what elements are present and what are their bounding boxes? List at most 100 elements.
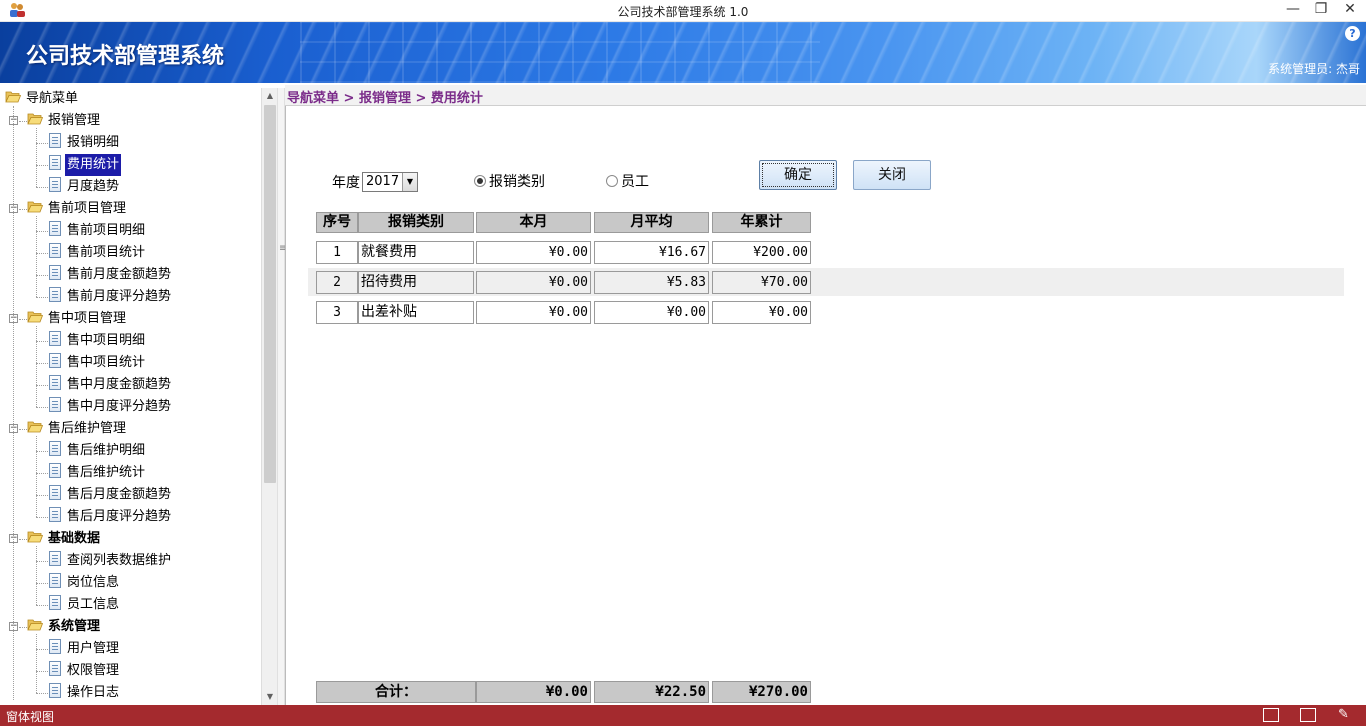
tree-group-2[interactable]: 售前项目管理 — [27, 198, 128, 220]
close-button[interactable]: 关闭 — [853, 160, 931, 190]
open-folder-icon — [27, 113, 44, 125]
tree-connector — [36, 187, 48, 188]
scroll-down-arrow-icon[interactable]: ▼ — [262, 689, 278, 705]
document-icon — [49, 177, 61, 192]
table-cell-col-monthly-average[interactable]: ¥0.00 — [594, 301, 709, 324]
tree-item[interactable]: 报销明细 — [49, 132, 121, 154]
table-cell-col-year-to-date[interactable]: ¥200.00 — [712, 241, 811, 264]
document-icon — [49, 661, 61, 676]
table-cell-col-category[interactable]: 出差补贴 — [358, 301, 474, 324]
tree-item-label: 岗位信息 — [67, 575, 120, 590]
year-select[interactable]: 2017 ▼ — [362, 172, 418, 192]
radio-category-dot[interactable] — [474, 175, 486, 187]
tree-item[interactable]: 售前项目统计 — [49, 242, 147, 264]
document-icon — [49, 551, 61, 566]
tree-item[interactable]: 售前项目明细 — [49, 220, 147, 242]
tree-group-label: 系统管理 — [48, 619, 101, 634]
header-col-index[interactable]: 序号 — [316, 212, 358, 233]
help-icon[interactable]: ? — [1345, 26, 1360, 41]
tree-item[interactable]: 用户管理 — [49, 638, 121, 660]
tree-connector — [36, 436, 37, 517]
open-folder-icon — [27, 531, 44, 543]
tree-connector — [19, 627, 27, 628]
total-this-month: ¥0.00 — [476, 681, 591, 703]
tree-item[interactable]: 售后维护统计 — [49, 462, 147, 484]
table-cell-col-index[interactable]: 3 — [316, 301, 358, 324]
table-cell-col-this-month[interactable]: ¥0.00 — [476, 241, 591, 264]
table-cell-col-this-month[interactable]: ¥0.00 — [476, 271, 591, 294]
dropdown-arrow-icon[interactable]: ▼ — [402, 173, 417, 191]
table-cell-col-index[interactable]: 2 — [316, 271, 358, 294]
tree-item[interactable]: 员工信息 — [49, 594, 121, 616]
radio-employee-dot[interactable] — [606, 175, 618, 187]
form-view-icon[interactable] — [1263, 708, 1279, 722]
document-icon — [49, 573, 61, 588]
tree-connector — [36, 216, 37, 297]
confirm-button[interactable]: 确定 — [759, 160, 837, 190]
tree-item[interactable]: 查阅列表数据维护 — [49, 550, 173, 572]
document-icon — [49, 221, 61, 236]
datasheet-view-icon[interactable] — [1300, 708, 1316, 722]
tree-item[interactable]: 售后月度金额趋势 — [49, 484, 173, 506]
tree-item[interactable]: 售后维护明细 — [49, 440, 147, 462]
table-cell-col-monthly-average[interactable]: ¥16.67 — [594, 241, 709, 264]
tree-group-6[interactable]: 系统管理 — [27, 616, 102, 638]
tree-root[interactable]: 导航菜单 — [5, 88, 80, 110]
tree-item[interactable]: 费用统计 — [49, 154, 122, 176]
table-cell-col-category[interactable]: 就餐费用 — [358, 241, 474, 264]
open-folder-icon — [5, 91, 22, 103]
tree-item[interactable]: 操作日志 — [49, 682, 121, 704]
header-col-category[interactable]: 报销类别 — [358, 212, 474, 233]
minimize-button[interactable]: — — [1279, 0, 1307, 20]
radio-category[interactable]: 报销类别 — [474, 174, 545, 190]
pane-splitter[interactable]: ≡ — [277, 88, 287, 705]
table-cell-col-year-to-date[interactable]: ¥0.00 — [712, 301, 811, 324]
tree-item[interactable]: 售中月度金额趋势 — [49, 374, 173, 396]
tree-item-label: 售前项目统计 — [67, 245, 146, 260]
tree-connector — [36, 385, 48, 386]
tree-item[interactable]: 售中项目明细 — [49, 330, 147, 352]
status-bar: 窗体视图 ✎ — [0, 705, 1366, 726]
tree-item-label: 权限管理 — [67, 663, 120, 678]
tree-connector — [36, 231, 48, 232]
header-col-monthly-average[interactable]: 月平均 — [594, 212, 709, 233]
tree-group-3[interactable]: 售中项目管理 — [27, 308, 128, 330]
radio-category-label: 报销类别 — [489, 174, 545, 190]
tree-item[interactable]: 售后月度评分趋势 — [49, 506, 173, 528]
total-label: 合计： — [316, 681, 476, 703]
scrollbar-thumb[interactable] — [264, 105, 276, 483]
table-cell-col-this-month[interactable]: ¥0.00 — [476, 301, 591, 324]
header-col-this-month[interactable]: 本月 — [476, 212, 591, 233]
tree-item[interactable]: 月度趋势 — [49, 176, 121, 198]
scroll-up-arrow-icon[interactable]: ▲ — [262, 88, 278, 104]
tree-item-label: 售中项目统计 — [67, 355, 146, 370]
design-view-icon[interactable]: ✎ — [1338, 708, 1354, 722]
table-cell-col-year-to-date[interactable]: ¥70.00 — [712, 271, 811, 294]
radio-employee[interactable]: 员工 — [606, 174, 649, 190]
tree-item[interactable]: 售前月度评分趋势 — [49, 286, 173, 308]
restore-button[interactable]: ❐ — [1307, 0, 1335, 20]
tree-connector — [36, 451, 48, 452]
tree-item[interactable]: 售中项目统计 — [49, 352, 147, 374]
tree-group-label: 报销管理 — [48, 113, 101, 128]
report-form: 年度 2017 ▼ 报销类别 员工 确定 关闭 序号 报销类别 本月 月平均 年累计 1 就… — [285, 106, 1366, 705]
tree-item[interactable]: 权限管理 — [49, 660, 121, 682]
tree-item[interactable]: 岗位信息 — [49, 572, 121, 594]
tree-group-1[interactable]: 报销管理 — [27, 110, 102, 132]
sidebar-scrollbar[interactable]: ▲ ▼ — [261, 88, 277, 705]
document-icon — [49, 133, 61, 148]
tree-item-label: 用户管理 — [67, 641, 120, 656]
total-year-to-date: ¥270.00 — [712, 681, 811, 703]
table-cell-col-index[interactable]: 1 — [316, 241, 358, 264]
tree-group-4[interactable]: 售后维护管理 — [27, 418, 128, 440]
tree-item[interactable]: 售中月度评分趋势 — [49, 396, 173, 418]
header-col-year-to-date[interactable]: 年累计 — [712, 212, 811, 233]
tree-connector — [19, 539, 27, 540]
table-cell-col-category[interactable]: 招待费用 — [358, 271, 474, 294]
tree-root-label: 导航菜单 — [26, 91, 79, 106]
navigation-tree: 导航菜单 − 报销管理 报销明细 费用统计 月度趋势 − 售前项目管理 售前项目明细 售前项目统计… — [0, 88, 277, 705]
tree-item[interactable]: 售前月度金额趋势 — [49, 264, 173, 286]
table-cell-col-monthly-average[interactable]: ¥5.83 — [594, 271, 709, 294]
close-window-button[interactable]: ✕ — [1336, 0, 1364, 20]
tree-group-5[interactable]: 基础数据 — [27, 528, 102, 550]
